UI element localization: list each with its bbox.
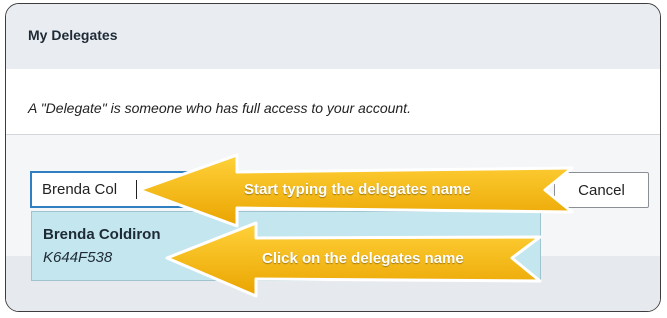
click-hint-label: Click on the delegates name: [262, 250, 464, 267]
callout-arrows: [137, 153, 574, 298]
typing-hint-label: Start typing the delegates name: [244, 181, 471, 198]
